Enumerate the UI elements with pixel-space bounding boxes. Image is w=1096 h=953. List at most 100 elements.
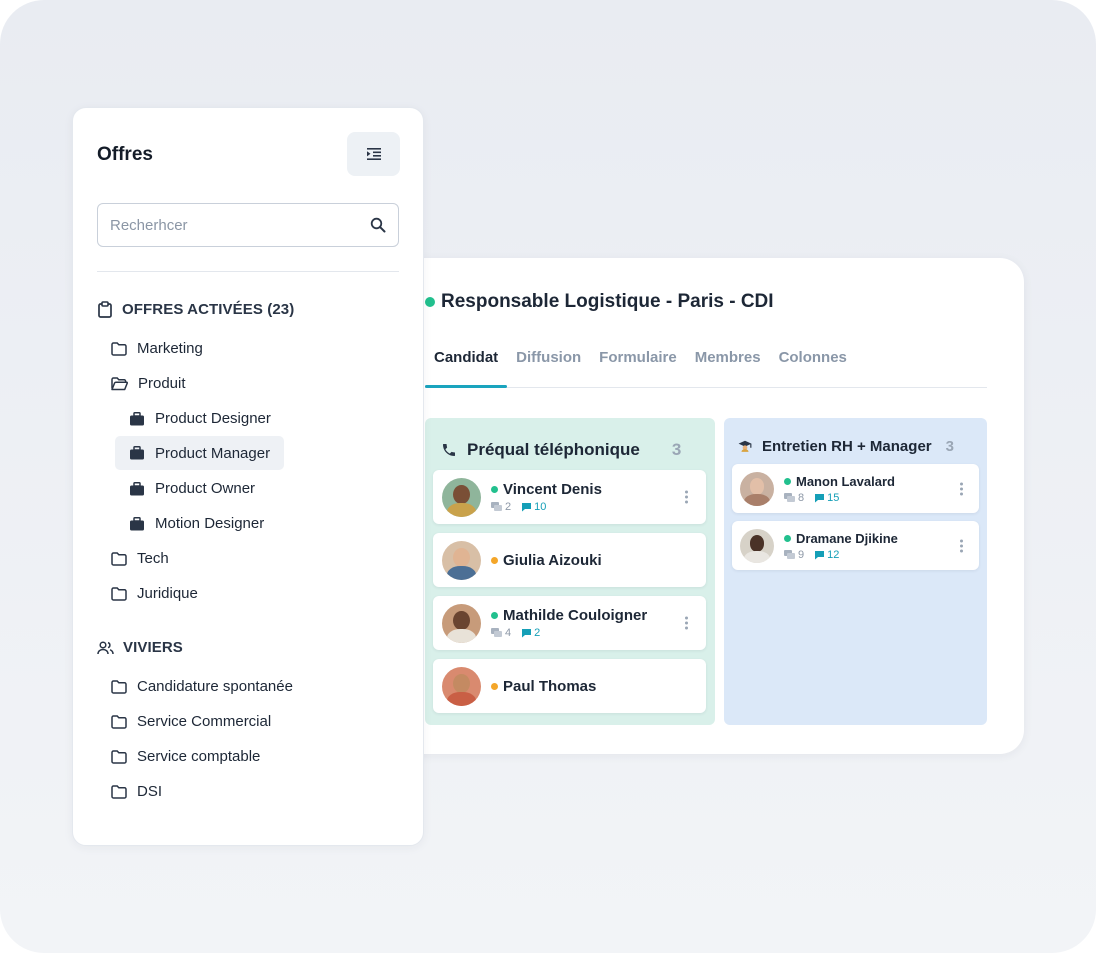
messages-count: 4	[491, 627, 511, 639]
candidate-name: Manon Lavalard	[796, 473, 895, 489]
column-header: Préqual téléphonique 3	[425, 418, 715, 470]
offers-sidebar: Offres OFFRES ACTIVÉES (23) Marketing	[72, 107, 424, 846]
tab-formulaire[interactable]: Formulaire	[590, 342, 686, 387]
column-count: 3	[671, 439, 682, 459]
job-item-product-designer[interactable]: Product Designer	[129, 402, 271, 435]
messages-icon	[784, 549, 795, 559]
users-icon	[97, 640, 114, 655]
candidate-card[interactable]: Paul Thomas	[433, 659, 706, 713]
candidate-name: Vincent Denis	[503, 481, 602, 498]
status-dot	[491, 682, 498, 690]
pool-item-dsi[interactable]: DSI	[111, 775, 162, 808]
briefcase-icon	[129, 411, 145, 426]
more-options-icon[interactable]	[681, 616, 691, 630]
folder-item-marketing[interactable]: Marketing	[111, 332, 203, 365]
folder-label: Marketing	[137, 340, 203, 357]
briefcase-icon	[129, 446, 145, 460]
avatar	[740, 528, 774, 563]
status-dot	[491, 556, 498, 564]
avatar	[740, 471, 774, 506]
folder-icon	[111, 586, 127, 601]
avatar	[442, 603, 481, 643]
job-item-product-manager[interactable]: Product Manager	[115, 436, 285, 470]
messages-icon	[491, 502, 502, 511]
folder-icon	[111, 341, 127, 356]
folder-label: DSI	[137, 783, 163, 800]
tab-diffusion[interactable]: Diffusion	[507, 342, 590, 387]
indent-icon	[366, 147, 382, 161]
folder-item-produit[interactable]: Produit	[111, 367, 186, 400]
collapse-sidebar-button[interactable]	[347, 132, 400, 176]
comment-icon	[815, 493, 825, 502]
comments-count: 10	[521, 501, 546, 513]
tab-membres[interactable]: Membres	[686, 342, 770, 387]
folder-label: Produit	[138, 375, 186, 392]
briefcase-icon	[129, 516, 145, 531]
messages-icon	[784, 492, 795, 502]
pools-label: VIVIERS	[123, 639, 183, 656]
pipeline-column-entretien: Entretien RH + Manager 3 Manon Lavalard	[724, 418, 987, 725]
comment-icon	[522, 629, 532, 638]
sidebar-title: Offres	[97, 144, 153, 165]
job-item-motion-designer[interactable]: Motion Designer	[129, 507, 264, 540]
pipeline-column-prequal: Préqual téléphonique 3 Vincent Denis 2 1…	[425, 418, 715, 725]
tab-candidat[interactable]: Candidat	[425, 342, 508, 388]
column-count: 3	[945, 437, 954, 455]
more-options-icon[interactable]	[956, 539, 966, 552]
folder-icon	[111, 714, 127, 729]
folder-label: Service comptable	[137, 748, 261, 765]
folder-open-icon	[111, 376, 128, 391]
comment-icon	[522, 503, 532, 512]
job-label: Product Designer	[155, 410, 271, 427]
candidate-card[interactable]: Dramane Djikine 9 12	[732, 521, 979, 570]
candidate-name: Mathilde Couloigner	[503, 607, 648, 624]
folder-icon	[111, 551, 127, 566]
tab-colonnes[interactable]: Colonnes	[770, 342, 856, 387]
folder-icon	[111, 749, 127, 764]
graduate-icon	[738, 439, 752, 453]
candidate-name: Giulia Aizouki	[503, 551, 602, 569]
comments-count: 12	[814, 549, 839, 561]
messages-count: 9	[784, 549, 804, 561]
active-offers-heading: OFFRES ACTIVÉES (23)	[97, 301, 294, 318]
briefcase-icon	[129, 481, 145, 496]
folder-label: Candidature spontanée	[137, 678, 293, 695]
candidate-card[interactable]: Giulia Aizouki	[433, 533, 706, 587]
status-dot	[491, 486, 498, 493]
candidate-card[interactable]: Manon Lavalard 8 15	[732, 464, 979, 513]
folder-icon	[111, 784, 127, 799]
job-status-dot	[425, 297, 435, 307]
avatar	[442, 540, 481, 580]
candidate-card[interactable]: Vincent Denis 2 10	[433, 470, 706, 524]
avatar	[442, 477, 481, 517]
status-dot	[491, 612, 498, 619]
job-title-text: Responsable Logistique - Paris - CDI	[441, 291, 774, 312]
folder-item-juridique[interactable]: Juridique	[111, 577, 198, 610]
status-dot	[784, 534, 791, 542]
job-label: Product Owner	[155, 480, 256, 497]
divider	[97, 271, 399, 272]
more-options-icon[interactable]	[681, 490, 691, 504]
pool-item-candidature-spontanee[interactable]: Candidature spontanée	[111, 670, 293, 703]
messages-count: 2	[491, 501, 511, 513]
search-icon[interactable]	[370, 217, 386, 233]
search-input[interactable]	[110, 216, 370, 234]
candidate-name: Dramane Djikine	[796, 530, 898, 546]
comment-icon	[815, 550, 825, 559]
candidate-card[interactable]: Mathilde Couloigner 4 2	[433, 596, 706, 650]
pool-item-service-comptable[interactable]: Service comptable	[111, 740, 260, 773]
search-field[interactable]	[97, 203, 399, 247]
clipboard-icon	[97, 301, 113, 318]
column-title: Entretien RH + Manager	[762, 437, 932, 455]
candidate-name: Paul Thomas	[503, 677, 597, 695]
folder-item-tech[interactable]: Tech	[111, 542, 169, 575]
phone-icon	[441, 442, 457, 458]
job-label: Motion Designer	[155, 515, 265, 532]
pool-item-service-commercial[interactable]: Service Commercial	[111, 705, 271, 738]
messages-count: 8	[784, 492, 804, 504]
more-options-icon[interactable]	[956, 482, 966, 495]
messages-icon	[491, 628, 502, 637]
column-header: Entretien RH + Manager 3	[724, 418, 987, 464]
active-offers-label: OFFRES ACTIVÉES (23)	[122, 301, 295, 318]
job-item-product-owner[interactable]: Product Owner	[129, 472, 255, 505]
